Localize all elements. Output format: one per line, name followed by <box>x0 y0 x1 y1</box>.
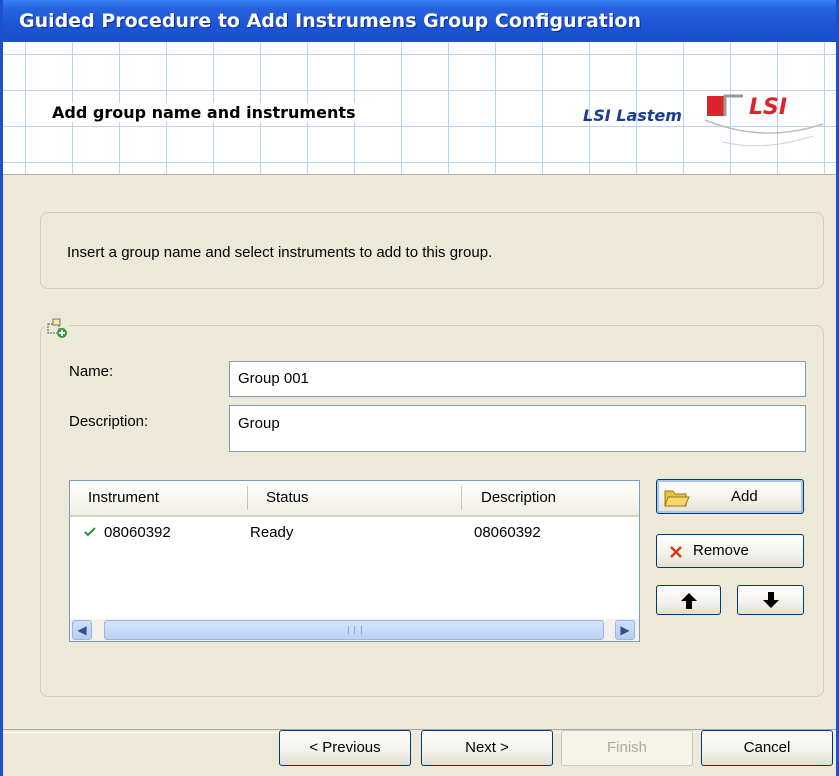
arrow-up-icon <box>681 593 697 609</box>
instrument-cell: 08060392 <box>104 524 171 541</box>
window-title: Guided Procedure to Add Instrumens Group… <box>3 0 836 42</box>
wizard-header: Add group name and instruments LSI Laste… <box>3 42 836 175</box>
logo-text: LSI <box>749 95 787 120</box>
horizontal-scrollbar[interactable]: ◀ ▶ <box>70 619 639 641</box>
instructions-panel: Insert a group name and select instrumen… <box>40 212 824 289</box>
remove-button[interactable]: Remove <box>656 534 804 568</box>
list-header: Instrument Status Description <box>70 481 639 517</box>
remove-button-label: Remove <box>693 542 749 559</box>
arrow-down-icon <box>763 592 779 608</box>
move-up-button[interactable] <box>656 585 721 615</box>
add-group-icon <box>45 316 69 340</box>
folder-open-icon <box>664 490 690 507</box>
scroll-left-icon[interactable]: ◀ <box>72 620 92 640</box>
group-description-input[interactable]: Group <box>229 405 806 452</box>
column-divider[interactable] <box>461 486 462 510</box>
description-label: Description: <box>69 413 149 430</box>
step-title: Add group name and instruments <box>50 103 358 122</box>
move-down-button[interactable] <box>737 585 804 615</box>
column-status[interactable]: Status <box>266 489 309 506</box>
next-button[interactable]: Next > <box>421 730 553 766</box>
description-cell: 08060392 <box>474 524 541 541</box>
brand-name: LSI Lastem <box>583 106 682 125</box>
group-name-input[interactable]: Group 001 <box>229 361 806 397</box>
wizard-window: Guided Procedure to Add Instrumens Group… <box>0 0 839 776</box>
scrollbar-thumb[interactable] <box>104 620 604 640</box>
scroll-right-icon[interactable]: ▶ <box>615 620 635 640</box>
thumb-grip <box>348 626 362 634</box>
add-button-label: Add <box>731 488 758 505</box>
instruments-list[interactable]: Instrument Status Description 08060392 R… <box>69 480 640 642</box>
previous-button[interactable]: < Previous <box>279 730 411 766</box>
column-divider[interactable] <box>247 486 248 510</box>
check-icon <box>84 527 96 537</box>
remove-x-icon <box>670 546 682 558</box>
status-cell: Ready <box>250 524 294 541</box>
name-label: Name: <box>69 363 114 380</box>
instructions-text: Insert a group name and select instrumen… <box>67 244 493 261</box>
cancel-button[interactable]: Cancel <box>701 730 833 766</box>
column-instrument[interactable]: Instrument <box>88 489 159 506</box>
lsi-lastem-logo: LSI <box>704 94 824 147</box>
finish-button[interactable]: Finish <box>561 730 693 766</box>
add-button[interactable]: Add <box>656 479 804 514</box>
column-description[interactable]: Description <box>481 489 556 506</box>
